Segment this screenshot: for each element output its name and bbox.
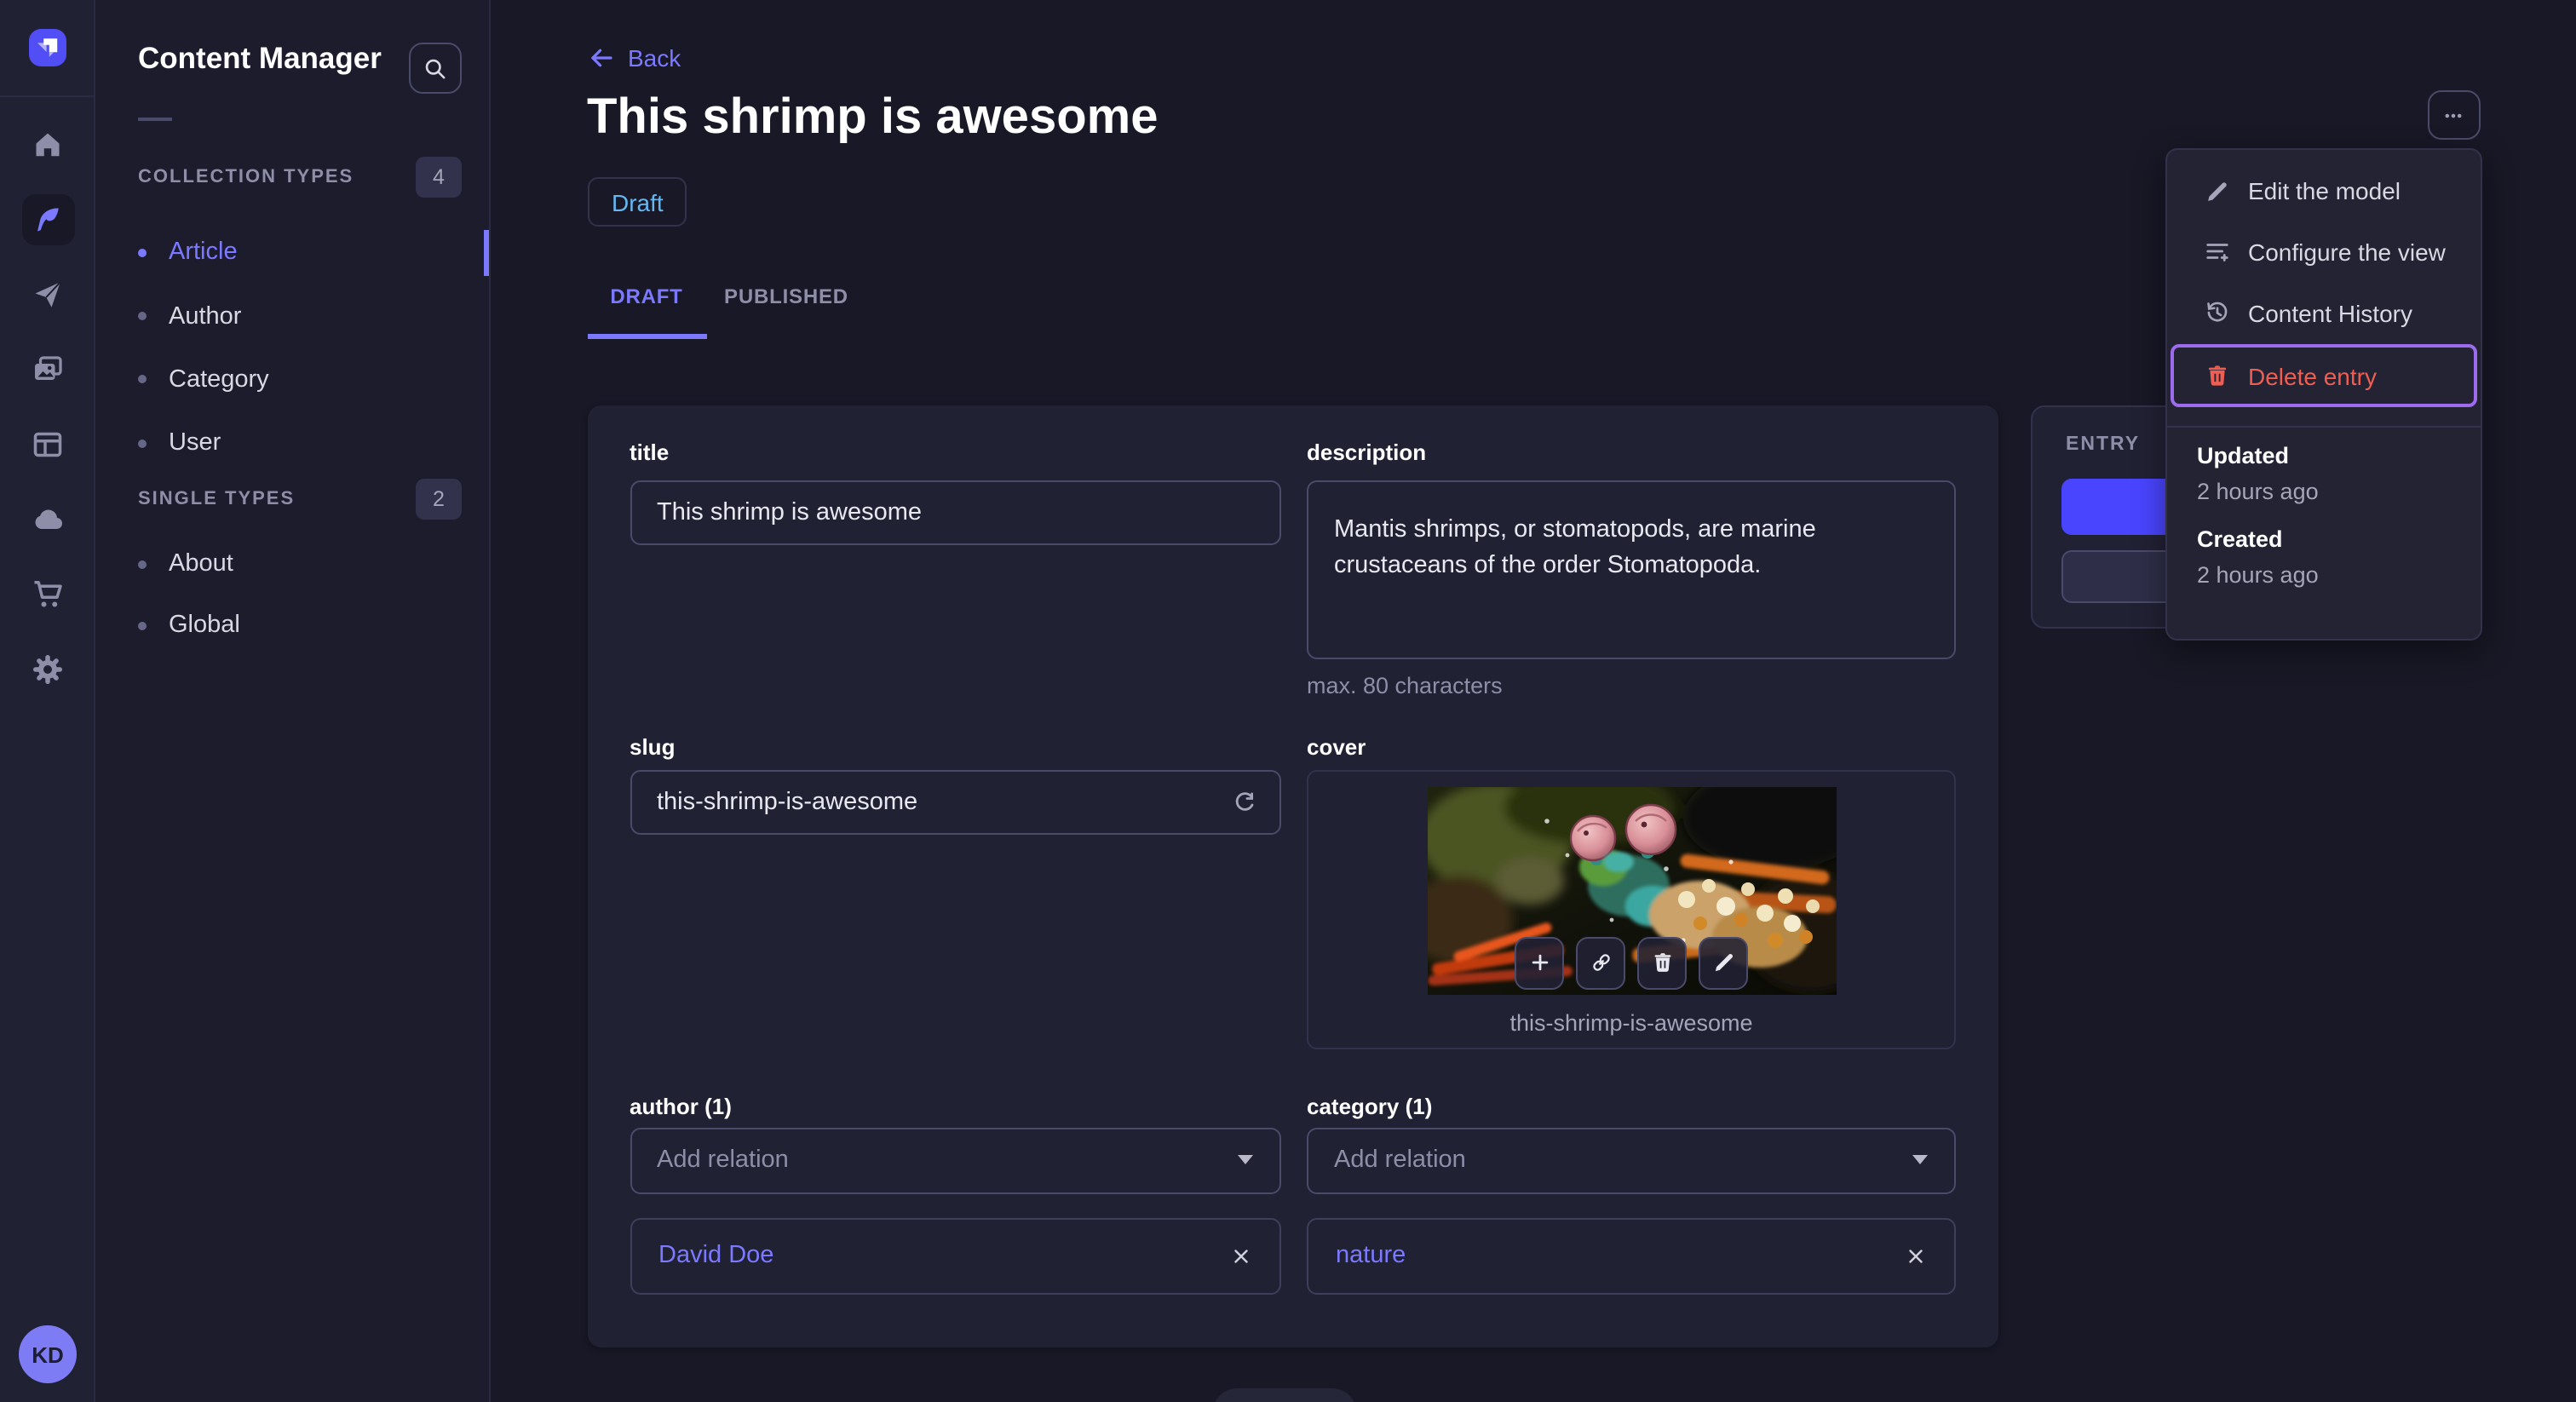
bullet-icon: [138, 560, 147, 568]
updated-label: Updated: [2197, 443, 2289, 468]
remove-asset-button[interactable]: [1637, 936, 1687, 989]
bullet-icon: [138, 375, 147, 383]
content-manager-icon[interactable]: [21, 194, 74, 245]
slug-label: slug: [630, 733, 676, 759]
status-badge: Draft: [588, 177, 687, 227]
trash-icon: [2207, 365, 2226, 386]
rail-divider: [0, 95, 95, 97]
ellipsis-icon: [2445, 112, 2462, 118]
description-hint: max. 80 characters: [1307, 672, 1503, 698]
relation-link[interactable]: David Doe: [658, 1242, 773, 1269]
search-button[interactable]: [409, 43, 462, 94]
relation-link[interactable]: nature: [1336, 1242, 1406, 1269]
cover-field: this-shrimp-is-awesome: [1307, 769, 1956, 1049]
strapi-admin: KD Content Manager COLLECTION TYPES 4 Ar…: [0, 0, 2576, 1402]
menu-item-content-history[interactable]: Content History: [2166, 282, 2480, 343]
menu-item-configure-view[interactable]: Configure the view: [2166, 221, 2480, 282]
tab-bar: DRAFT PUBLISHED: [587, 273, 866, 320]
created-value: 2 hours ago: [2197, 562, 2319, 588]
settings-icon[interactable]: [21, 644, 74, 695]
back-link[interactable]: Back: [587, 44, 681, 72]
category-relation-item[interactable]: nature: [1307, 1217, 1956, 1294]
chevron-down-icon: [1912, 1155, 1928, 1164]
arrow-left-icon: [590, 49, 612, 67]
category-label: category (1): [1307, 1093, 1433, 1118]
content-manager-subnav: Content Manager COLLECTION TYPES 4 Artic…: [95, 0, 491, 1402]
tab-draft[interactable]: DRAFT: [587, 273, 706, 320]
bullet-icon: [138, 248, 147, 256]
history-icon: [2206, 302, 2227, 322]
icon-rail: KD: [0, 0, 95, 1402]
subnav-title: Content Manager: [138, 41, 382, 75]
releases-icon[interactable]: [21, 269, 74, 320]
section-collection-types: COLLECTION TYPES: [138, 167, 354, 187]
description-textarea[interactable]: Mantis shrimps, or stomatopods, are mari…: [1307, 480, 1956, 658]
plus-icon: [1531, 954, 1548, 971]
menu-item-edit-model[interactable]: Edit the model: [2166, 160, 2480, 221]
author-relation-combobox[interactable]: Add relation: [630, 1127, 1280, 1193]
category-relation-combobox[interactable]: Add relation: [1307, 1127, 1956, 1193]
cover-caption: this-shrimp-is-awesome: [1509, 1009, 1753, 1035]
entry-panel-label: ENTRY: [2066, 434, 2141, 454]
sidebar-item-category[interactable]: Category: [138, 359, 269, 399]
home-icon[interactable]: [21, 119, 74, 170]
bullet-icon: [138, 312, 147, 320]
menu-item-delete-entry[interactable]: Delete entry: [2166, 345, 2480, 406]
add-asset-button[interactable]: [1515, 936, 1564, 989]
trash-icon: [1653, 953, 1670, 972]
bullet-icon: [138, 439, 147, 447]
active-indicator: [484, 230, 489, 276]
author-relation-item[interactable]: David Doe: [630, 1217, 1280, 1294]
pencil-icon: [1714, 953, 1733, 972]
content-type-builder-icon[interactable]: [21, 419, 74, 470]
link-icon: [1592, 954, 1609, 971]
sidebar-item-about[interactable]: About: [138, 543, 233, 584]
more-actions-button[interactable]: [2427, 90, 2480, 140]
sidebar-item-author[interactable]: Author: [138, 296, 241, 336]
active-tab-underline: [587, 334, 706, 338]
sidebar-item-article[interactable]: Article: [138, 232, 238, 273]
media-library-icon[interactable]: [21, 344, 74, 395]
main-content: Back This shrimp is awesome Draft DRAFT …: [491, 0, 2576, 1402]
section-single-types: SINGLE TYPES: [138, 489, 296, 509]
sidebar-item-global[interactable]: Global: [138, 605, 240, 646]
subnav-divider: [138, 118, 172, 121]
strapi-logo-icon: [37, 38, 58, 57]
list-settings-icon: [2205, 244, 2228, 261]
cover-label: cover: [1307, 733, 1366, 759]
tab-published[interactable]: PUBLISHED: [706, 273, 866, 320]
updated-value: 2 hours ago: [2197, 479, 2319, 504]
search-icon: [425, 58, 446, 78]
pencil-icon: [2207, 181, 2226, 200]
page-title: This shrimp is awesome: [587, 90, 1159, 145]
chevron-down-icon: [1237, 1155, 1252, 1164]
title-label: title: [630, 439, 670, 464]
created-label: Created: [2197, 526, 2283, 552]
copy-link-button[interactable]: [1576, 936, 1625, 989]
edit-asset-button[interactable]: [1699, 936, 1748, 989]
regenerate-slug-button[interactable]: [1231, 789, 1256, 814]
refresh-icon: [1234, 791, 1253, 810]
slug-input[interactable]: this-shrimp-is-awesome: [630, 769, 1280, 834]
single-types-count-badge: 2: [416, 479, 462, 520]
user-avatar[interactable]: KD: [19, 1325, 77, 1383]
bullet-icon: [138, 621, 147, 629]
collection-types-count-badge: 4: [416, 157, 462, 198]
close-icon[interactable]: [1905, 1244, 1927, 1267]
close-icon[interactable]: [1229, 1244, 1251, 1267]
strapi-logo[interactable]: [29, 29, 66, 66]
scroll-to-bottom-pill[interactable]: [1213, 1388, 1356, 1402]
sidebar-item-user[interactable]: User: [138, 422, 221, 463]
deploy-icon[interactable]: [21, 494, 74, 545]
author-label: author (1): [630, 1093, 732, 1118]
marketplace-icon[interactable]: [21, 569, 74, 620]
edit-form-card: title This shrimp is awesome slug this-s…: [587, 405, 1998, 1347]
menu-divider: [2166, 426, 2480, 428]
cover-action-toolbar: [1308, 936, 1954, 989]
description-label: description: [1307, 439, 1427, 464]
more-actions-menu: Edit the model Configure the view Conten…: [2165, 148, 2481, 641]
title-input[interactable]: This shrimp is awesome: [630, 480, 1280, 544]
